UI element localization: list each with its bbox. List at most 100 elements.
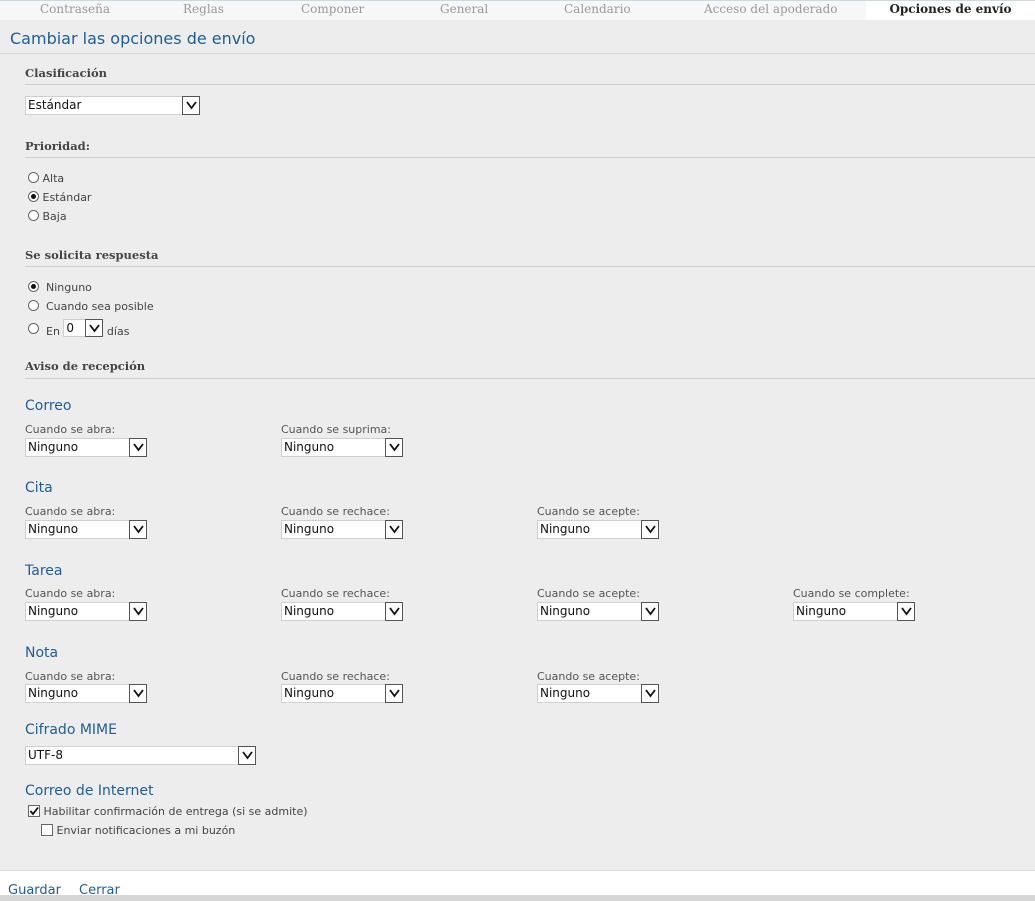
radio-button-selected[interactable] bbox=[28, 281, 39, 292]
appointment-accept-label: Cuando se acepte: bbox=[537, 505, 640, 518]
appointment-open-label: Cuando se abra: bbox=[25, 505, 116, 518]
chevron-down-icon[interactable] bbox=[897, 602, 915, 621]
chevron-down-icon[interactable] bbox=[129, 520, 147, 539]
chevron-down-icon[interactable] bbox=[641, 520, 659, 539]
reply-option-in-days[interactable]: En 0 días bbox=[28, 317, 130, 338]
mime-encoding-select[interactable]: UTF-8 bbox=[25, 746, 256, 765]
priority-option-high[interactable]: Alta bbox=[28, 172, 64, 185]
note-accept-select[interactable]: Ninguno bbox=[537, 684, 659, 703]
note-accept-label: Cuando se acepte: bbox=[537, 670, 640, 683]
select-value: Ninguno bbox=[540, 686, 591, 700]
section-priority-heading: Prioridad: bbox=[25, 139, 90, 153]
tab-delegate-access[interactable]: Acceso del apoderado bbox=[704, 2, 837, 16]
select-value: Ninguno bbox=[540, 604, 591, 618]
reply-days-select[interactable]: 0 bbox=[63, 319, 104, 337]
divider bbox=[25, 157, 1035, 158]
chevron-down-icon[interactable] bbox=[385, 684, 403, 703]
mail-delete-label: Cuando se suprima: bbox=[281, 423, 391, 436]
checkbox-checked[interactable] bbox=[28, 805, 40, 817]
chevron-down-icon[interactable] bbox=[129, 602, 147, 621]
reply-days-value: 0 bbox=[66, 321, 75, 335]
select-value: Ninguno bbox=[284, 604, 335, 618]
task-open-select[interactable]: Ninguno bbox=[25, 602, 147, 621]
task-open-label: Cuando se abra: bbox=[25, 587, 116, 600]
checkbox[interactable] bbox=[41, 824, 53, 836]
tab-calendar[interactable]: Calendario bbox=[564, 2, 631, 16]
select-value: Ninguno bbox=[28, 440, 79, 454]
appointment-reject-label: Cuando se rechace: bbox=[281, 505, 390, 518]
note-subheading: Nota bbox=[25, 645, 59, 661]
send-notifications-option[interactable]: Enviar notificaciones a mi buzón bbox=[41, 824, 235, 837]
classification-value: Estándar bbox=[28, 98, 82, 112]
section-reply-heading: Se solicita respuesta bbox=[25, 248, 159, 262]
radio-button-selected[interactable] bbox=[28, 191, 39, 202]
chevron-down-icon[interactable] bbox=[385, 520, 403, 539]
option-label: Cuando sea posible bbox=[46, 300, 154, 313]
chevron-down-icon[interactable] bbox=[641, 684, 659, 703]
task-accept-label: Cuando se acepte: bbox=[537, 587, 640, 600]
divider bbox=[25, 84, 1035, 85]
note-open-select[interactable]: Ninguno bbox=[25, 684, 147, 703]
select-value: Ninguno bbox=[796, 604, 847, 618]
select-value: Ninguno bbox=[28, 522, 79, 536]
radio-button[interactable] bbox=[28, 172, 39, 183]
section-classification-heading: Clasificación bbox=[25, 66, 108, 80]
task-subheading: Tarea bbox=[25, 563, 63, 579]
appointment-open-select[interactable]: Ninguno bbox=[25, 520, 147, 539]
radio-button[interactable] bbox=[28, 300, 39, 311]
option-label-suffix: días bbox=[106, 325, 130, 338]
page-title: Cambiar las opciones de envío bbox=[10, 29, 256, 48]
divider bbox=[0, 53, 1035, 54]
chevron-down-icon[interactable] bbox=[238, 746, 256, 765]
horizontal-scrollbar[interactable] bbox=[0, 895, 1035, 901]
task-reject-select[interactable]: Ninguno bbox=[281, 602, 403, 621]
chevron-down-icon[interactable] bbox=[385, 438, 403, 457]
tab-password[interactable]: Contraseña bbox=[40, 2, 110, 16]
select-value: Ninguno bbox=[284, 522, 335, 536]
option-label: Baja bbox=[42, 210, 67, 223]
mail-open-select[interactable]: Ninguno bbox=[25, 438, 147, 457]
radio-button[interactable] bbox=[28, 323, 39, 334]
tab-general[interactable]: General bbox=[440, 2, 488, 16]
select-value: Ninguno bbox=[28, 686, 79, 700]
option-label: Alta bbox=[42, 172, 65, 185]
chevron-down-icon[interactable] bbox=[129, 438, 147, 457]
tab-bar: Contraseña Reglas Componer General Calen… bbox=[0, 0, 1035, 21]
chevron-down-icon[interactable] bbox=[182, 96, 200, 115]
task-complete-select[interactable]: Ninguno bbox=[793, 602, 915, 621]
chevron-down-icon[interactable] bbox=[641, 602, 659, 621]
mime-subheading: Cifrado MIME bbox=[25, 722, 117, 738]
priority-option-low[interactable]: Baja bbox=[28, 210, 67, 223]
divider bbox=[25, 266, 1035, 267]
note-reject-select[interactable]: Ninguno bbox=[281, 684, 403, 703]
task-accept-select[interactable]: Ninguno bbox=[537, 602, 659, 621]
task-complete-label: Cuando se complete: bbox=[793, 587, 910, 600]
tab-compose[interactable]: Componer bbox=[301, 2, 364, 16]
task-reject-label: Cuando se rechace: bbox=[281, 587, 390, 600]
chevron-down-icon[interactable] bbox=[85, 319, 104, 337]
appointment-reject-select[interactable]: Ninguno bbox=[281, 520, 403, 539]
select-value: UTF-8 bbox=[28, 748, 63, 762]
option-label: En bbox=[46, 325, 60, 338]
reply-option-when-possible[interactable]: Cuando sea posible bbox=[28, 300, 154, 313]
radio-button[interactable] bbox=[28, 210, 39, 221]
appointment-accept-select[interactable]: Ninguno bbox=[537, 520, 659, 539]
tab-send-options[interactable]: Opciones de envío bbox=[866, 1, 1035, 21]
reply-option-none[interactable]: Ninguno bbox=[28, 281, 92, 294]
priority-option-standard[interactable]: Estándar bbox=[28, 191, 91, 204]
select-value: Ninguno bbox=[284, 686, 335, 700]
delivery-confirmation-option[interactable]: Habilitar confirmación de entrega (si se… bbox=[28, 805, 308, 818]
footer: Guardar Cerrar bbox=[0, 870, 1035, 898]
chevron-down-icon[interactable] bbox=[129, 684, 147, 703]
appointment-subheading: Cita bbox=[25, 480, 53, 496]
option-label: Estándar bbox=[42, 191, 92, 204]
note-reject-label: Cuando se rechace: bbox=[281, 670, 390, 683]
mail-delete-select[interactable]: Ninguno bbox=[281, 438, 403, 457]
divider bbox=[25, 378, 1035, 379]
mail-open-label: Cuando se abra: bbox=[25, 423, 116, 436]
tab-rules[interactable]: Reglas bbox=[183, 2, 224, 16]
section-receipt-heading: Aviso de recepción bbox=[25, 359, 146, 373]
content-panel: Cambiar las opciones de envío Clasificac… bbox=[0, 20, 1035, 870]
classification-select[interactable]: Estándar bbox=[25, 96, 200, 115]
chevron-down-icon[interactable] bbox=[385, 602, 403, 621]
